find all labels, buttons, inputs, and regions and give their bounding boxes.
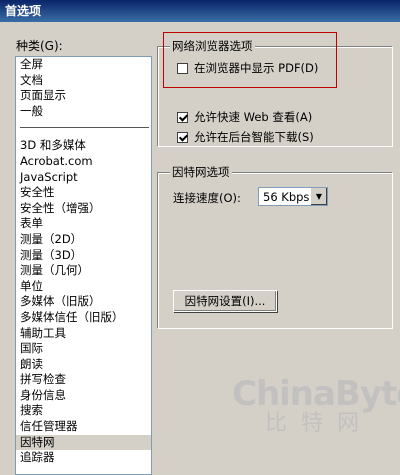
- show-pdf-in-browser-label: 在浏览器中显示 PDF(D): [194, 61, 319, 75]
- watermark: ChinaByte 比特网: [232, 374, 400, 436]
- category-item[interactable]: 多媒体（旧版）: [16, 294, 151, 310]
- show-pdf-in-browser-option[interactable]: 在浏览器中显示 PDF(D): [177, 60, 318, 76]
- internet-options-title: 因特网选项: [170, 164, 232, 180]
- category-item[interactable]: 一般: [16, 104, 151, 120]
- category-item[interactable]: 朗读: [16, 357, 151, 373]
- category-item[interactable]: 追踪器: [16, 450, 151, 466]
- fast-web-view-label: 允许快速 Web 查看(A): [194, 110, 313, 124]
- category-item[interactable]: 测量（几何）: [16, 263, 151, 279]
- category-item[interactable]: 3D 和多媒体: [16, 138, 151, 154]
- category-item[interactable]: 拼写检查: [16, 372, 151, 388]
- category-item[interactable]: 安全性（增强）: [16, 201, 151, 217]
- category-item[interactable]: Acrobat.com: [16, 154, 151, 170]
- category-item[interactable]: 多媒体信任（旧版）: [16, 310, 151, 326]
- connection-speed-label: 连接速度(O):: [173, 191, 241, 205]
- connection-speed-select[interactable]: 56 Kbps ▼: [258, 187, 328, 206]
- categories-label: 种类(G):: [16, 39, 63, 53]
- category-item[interactable]: 单位: [16, 279, 151, 295]
- category-item[interactable]: 信任管理器: [16, 419, 151, 435]
- connection-speed-value: 56 Kbps: [263, 190, 310, 204]
- category-item[interactable]: 搜索: [16, 403, 151, 419]
- background-download-label: 允许在后台智能下载(S): [194, 130, 314, 144]
- fast-web-view-option[interactable]: 允许快速 Web 查看(A): [177, 109, 312, 125]
- show-pdf-in-browser-checkbox[interactable]: [177, 62, 188, 74]
- category-item[interactable]: 身份信息: [16, 388, 151, 404]
- category-item[interactable]: 文档: [16, 73, 151, 89]
- chevron-down-icon[interactable]: ▼: [310, 188, 327, 205]
- fast-web-view-checkbox[interactable]: [177, 111, 188, 123]
- category-item[interactable]: 因特网: [16, 434, 151, 451]
- category-item[interactable]: 安全性: [16, 185, 151, 201]
- category-item[interactable]: 国际: [16, 341, 151, 357]
- internet-settings-button[interactable]: 因特网设置(I)...: [173, 290, 277, 312]
- category-item[interactable]: 测量（3D）: [16, 248, 151, 264]
- watermark-line1: ChinaByte: [232, 374, 400, 414]
- background-download-option[interactable]: 允许在后台智能下载(S): [177, 129, 314, 145]
- category-item[interactable]: 测量（2D）: [16, 232, 151, 248]
- watermark-line2: 比特网: [264, 411, 373, 436]
- background-download-checkbox[interactable]: [177, 131, 188, 143]
- category-separator: [20, 127, 149, 129]
- window-title: 首选项: [0, 0, 400, 22]
- category-item[interactable]: 页面显示: [16, 88, 151, 104]
- categories-list[interactable]: 全屏 文档 页面显示 一般 3D 和多媒体 Acrobat.com JavaScript 安全…: [15, 56, 152, 475]
- category-item[interactable]: 全屏: [16, 57, 151, 73]
- category-item[interactable]: JavaScript: [16, 170, 151, 186]
- category-item[interactable]: 辅助工具: [16, 326, 151, 342]
- category-item[interactable]: 表单: [16, 216, 151, 232]
